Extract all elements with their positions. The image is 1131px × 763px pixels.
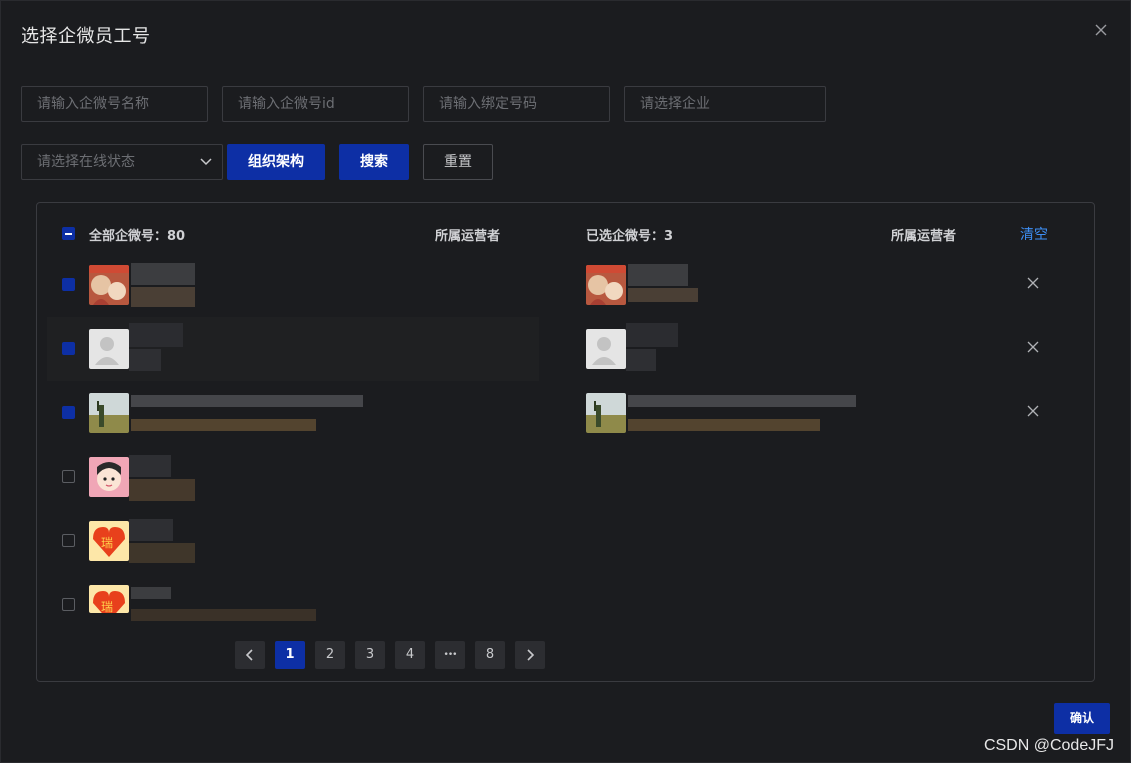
blurred-detail [131,419,316,431]
next-page-button[interactable] [515,641,545,669]
avatar [89,265,129,305]
row-checkbox[interactable] [62,342,75,355]
blurred-detail [129,479,195,501]
blurred-name [131,587,171,599]
chevron-right-icon [527,649,535,661]
select-staff-dialog: 选择企微员工号 请选择在线状态 组织架构 搜索 重置 全部企微号：80 所属运营… [0,0,1131,763]
org-structure-button[interactable]: 组织架构 [227,144,325,180]
row-checkbox[interactable] [62,470,75,483]
all-accounts-header: 全部企微号：80 [89,229,186,244]
row-checkbox[interactable] [62,278,75,291]
blurred-name [131,395,363,407]
clear-button[interactable]: 清空 [1020,224,1048,244]
online-status-select[interactable]: 请选择在线状态 [21,144,223,180]
chevron-left-icon [245,649,253,661]
select-all-checkbox[interactable] [62,227,75,240]
online-status-placeholder: 请选择在线状态 [37,154,135,170]
remove-icon[interactable] [1027,277,1039,289]
page-3[interactable]: 3 [355,641,385,669]
right-operator-header: 所属运营者 [891,229,957,244]
blurred-name [129,323,183,347]
page-2[interactable]: 2 [315,641,345,669]
blurred-name [129,519,173,541]
avatar [586,265,626,305]
blurred-name [129,455,171,477]
close-icon[interactable] [1094,23,1108,37]
company-select[interactable] [624,86,826,122]
row-checkbox[interactable] [62,406,75,419]
confirm-button[interactable]: 确认 [1054,703,1110,734]
selected-accounts-header: 已选企微号：3 [586,229,674,244]
page-8[interactable]: 8 [475,641,505,669]
remove-icon[interactable] [1027,341,1039,353]
blurred-name [628,264,688,286]
avatar [89,393,129,433]
reset-button[interactable]: 重置 [423,144,493,180]
search-button[interactable]: 搜索 [339,144,409,180]
svg-text:瑞: 瑞 [101,536,113,550]
avatar [586,393,626,433]
id-search-input[interactable] [222,86,409,122]
dialog-title: 选择企微员工号 [21,26,151,47]
blurred-detail [131,609,316,621]
remove-icon[interactable] [1027,405,1039,417]
row-checkbox[interactable] [62,534,75,547]
blurred-detail [628,288,698,302]
blurred-name [131,263,195,285]
page-1[interactable]: 1 [275,641,305,669]
svg-text:瑞: 瑞 [101,600,113,613]
left-operator-header: 所属运营者 [435,229,501,244]
page-4[interactable]: 4 [395,641,425,669]
blurred-detail [131,287,195,307]
blurred-name [626,323,678,347]
avatar [89,329,129,369]
avatar: 瑞 [89,521,129,561]
avatar [89,457,129,497]
blurred-detail [129,543,195,563]
page-ellipsis[interactable]: ••• [435,641,465,669]
name-search-input[interactable] [21,86,208,122]
blurred-name [628,395,856,407]
avatar [586,329,626,369]
bind-number-input[interactable] [423,86,610,122]
blurred-detail [129,349,161,371]
watermark: CSDN @CodeJFJ [983,737,1114,754]
blurred-detail [626,349,656,371]
avatar: 瑞 [89,585,129,613]
blurred-detail [628,419,820,431]
prev-page-button[interactable] [235,641,265,669]
chevron-down-icon [200,158,212,166]
row-checkbox[interactable] [62,598,75,611]
